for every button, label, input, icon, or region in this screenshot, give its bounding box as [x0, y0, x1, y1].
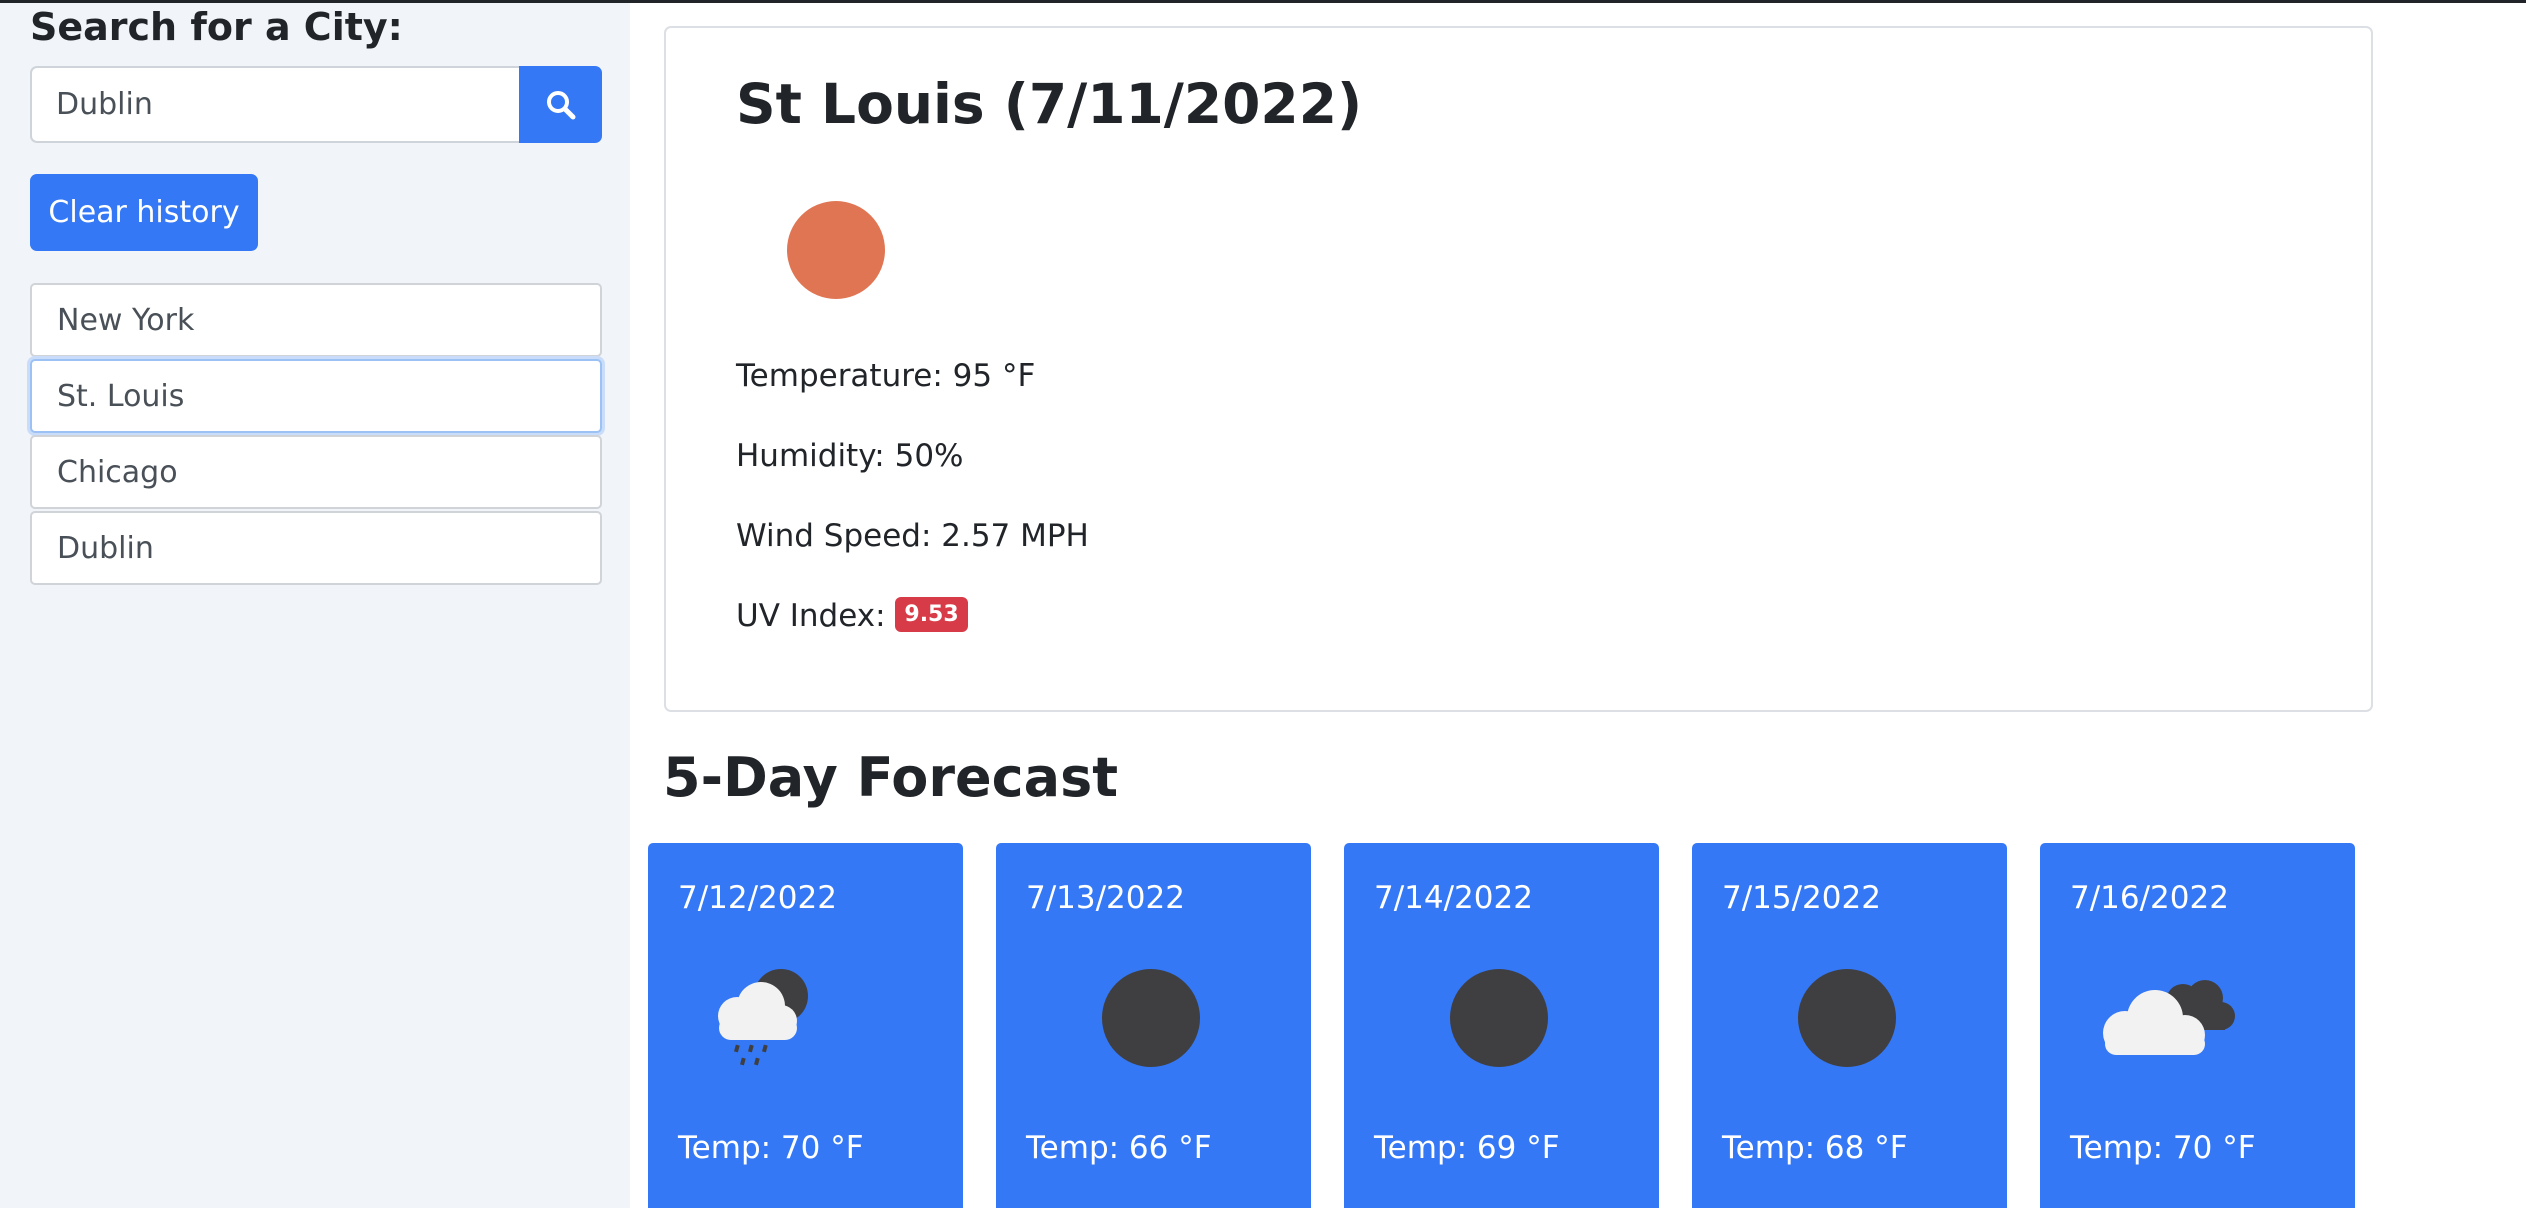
forecast-date: 7/16/2022: [2070, 880, 2229, 916]
forecast-temp: Temp: 68 °F: [1722, 1130, 1908, 1166]
forecast-card: 7/14/2022 Temp: 69 °F: [1344, 843, 1659, 1208]
forecast-card: 7/15/2022 Temp: 68 °F: [1692, 843, 2007, 1208]
search-icon: [546, 90, 575, 119]
cloudy-icon: [2095, 963, 2235, 1073]
forecast-card: 7/12/2022 Temp: 70 °F: [648, 843, 963, 1208]
forecast-temp: Temp: 70 °F: [2070, 1130, 2256, 1166]
forecast-date: 7/13/2022: [1026, 880, 1185, 916]
temperature-text: Temperature: 95 °F: [736, 358, 1036, 394]
current-weather-card: St Louis (7/11/2022) Temperature: 95 °F …: [664, 26, 2373, 712]
forecast-temp: Temp: 70 °F: [678, 1130, 864, 1166]
forecast-date: 7/14/2022: [1374, 880, 1533, 916]
forecast-date: 7/12/2022: [678, 880, 837, 916]
uv-index-badge: 9.53: [895, 597, 968, 632]
history-item[interactable]: Dublin: [30, 511, 602, 585]
moon-icon: [1787, 963, 1907, 1073]
search-button[interactable]: [519, 66, 602, 143]
history-item[interactable]: St. Louis: [30, 359, 602, 433]
forecast-temp: Temp: 66 °F: [1026, 1130, 1212, 1166]
sidebar-title: Search for a City:: [30, 5, 403, 49]
sun-icon: [787, 201, 885, 299]
moon-icon: [1091, 963, 1211, 1073]
moon-icon: [1439, 963, 1559, 1073]
wind-speed-text: Wind Speed: 2.57 MPH: [736, 518, 1089, 554]
search-input[interactable]: [30, 66, 519, 143]
clear-history-button[interactable]: Clear history: [30, 174, 258, 251]
forecast-card: 7/16/2022 Temp: 70 °F: [2040, 843, 2355, 1208]
forecast-date: 7/15/2022: [1722, 880, 1881, 916]
forecast-title: 5-Day Forecast: [663, 746, 1119, 809]
uv-index-row: UV Index: 9.53: [736, 597, 968, 635]
humidity-text: Humidity: 50%: [736, 438, 964, 474]
sidebar: Search for a City: Clear history New Yor…: [0, 3, 630, 1208]
history-item[interactable]: New York: [30, 283, 602, 357]
uv-index-label: UV Index:: [736, 598, 896, 634]
forecast-card: 7/13/2022 Temp: 66 °F: [996, 843, 1311, 1208]
search-group: [30, 66, 602, 143]
search-history-list: New York St. Louis Chicago Dublin: [30, 283, 602, 587]
forecast-temp: Temp: 69 °F: [1374, 1130, 1560, 1166]
rain-cloud-icon: [703, 963, 823, 1073]
city-title: St Louis (7/11/2022): [736, 72, 1363, 136]
history-item[interactable]: Chicago: [30, 435, 602, 509]
